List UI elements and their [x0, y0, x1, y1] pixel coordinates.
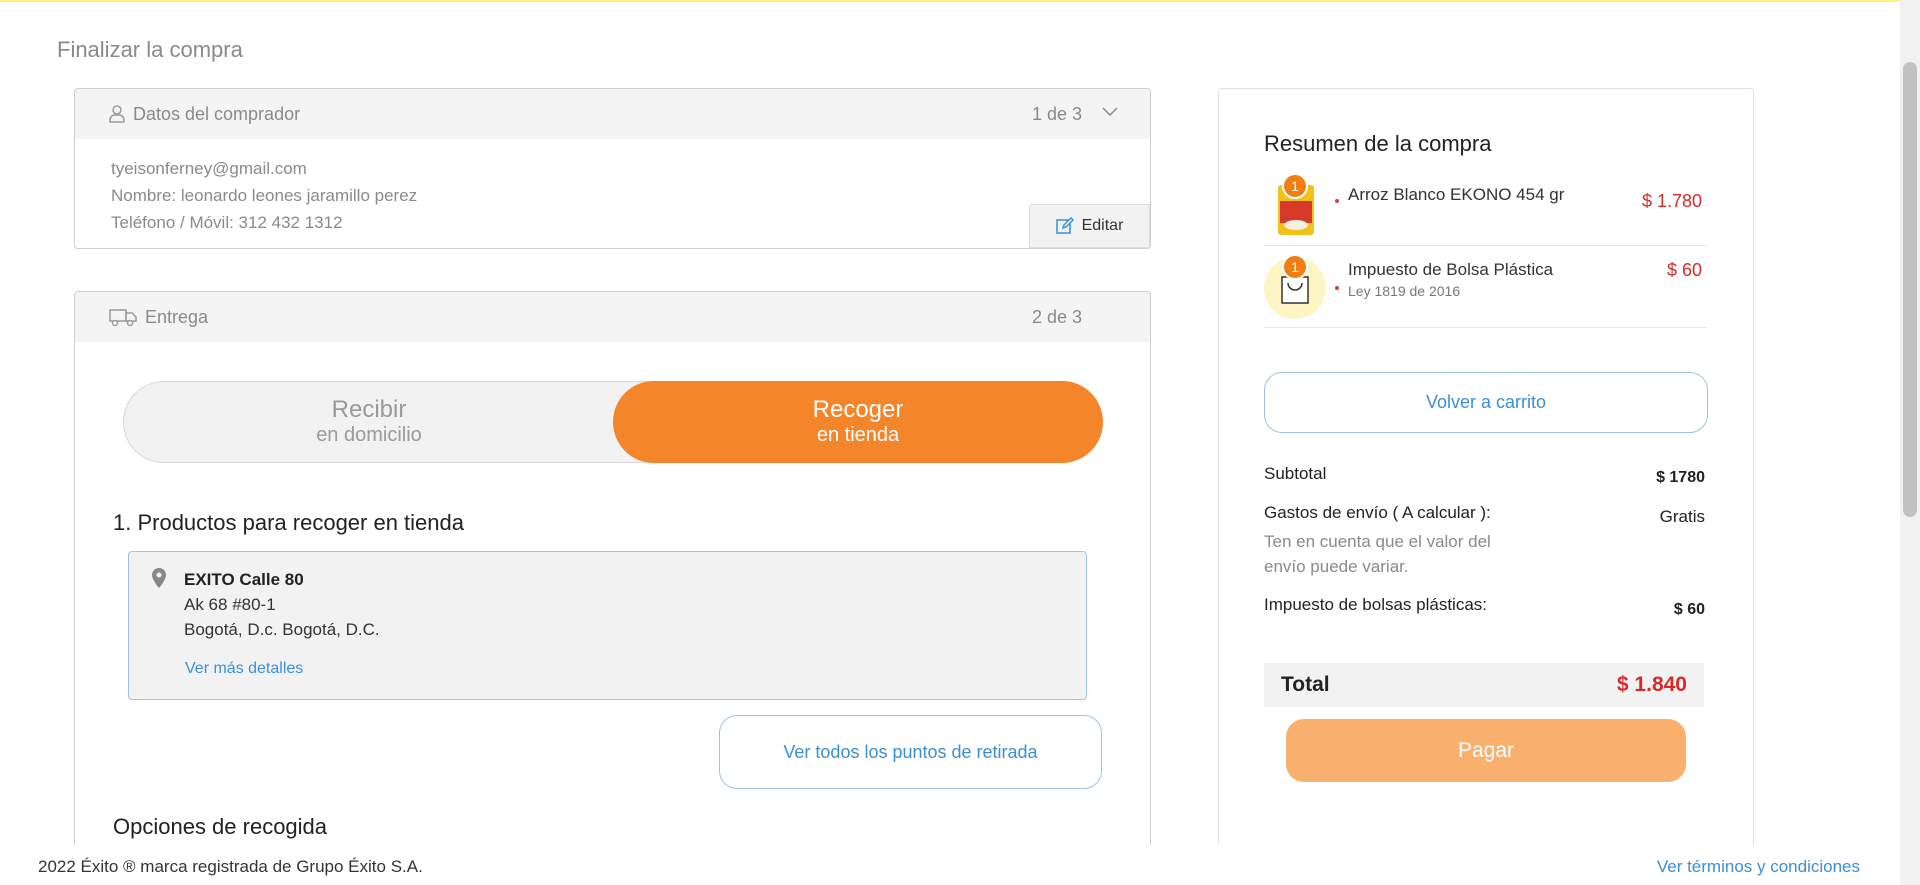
buyer-name: Nombre: leonardo leones jaramillo perez [111, 186, 418, 205]
buyer-info: tyeisonferney@gmail.com Nombre: leonardo… [75, 139, 1150, 248]
bullet-dot [1335, 286, 1339, 290]
shipping-value: Gratis [1659, 507, 1705, 526]
buyer-card-title: Datos del comprador [133, 103, 301, 124]
total-label: Total [1281, 673, 1330, 696]
store-pickup-line2: en tienda [816, 424, 900, 446]
user-icon [109, 105, 125, 123]
summary-item: 1 Arroz Blanco EKONO 454 gr $ 1.780 [1264, 173, 1707, 246]
bag-tax-label: Impuesto de bolsas plásticas: [1264, 595, 1488, 614]
footer-copyright: 2022 Éxito ® marca registrada de Grupo É… [38, 857, 423, 876]
quantity-badge: 1 [1282, 254, 1308, 280]
summary-title: Resumen de la compra [1264, 131, 1492, 156]
store-city: Bogotá, D.c. Bogotá, D.C. [184, 620, 380, 639]
summary-item: 1 Impuesto de Bolsa Plástica Ley 1819 de… [1264, 246, 1707, 328]
back-to-cart-button[interactable]: Volver a carrito [1264, 372, 1708, 433]
store-pickup-option[interactable]: Recoger en tienda [613, 381, 1103, 463]
item-price: $ 1.780 [1641, 191, 1702, 211]
store-card[interactable]: EXITO Calle 80 Ak 68 #80-1 Bogotá, D.c. … [128, 551, 1087, 700]
page-scrollbar[interactable] [1900, 0, 1920, 885]
store-details-link[interactable]: Ver más detalles [185, 660, 303, 678]
pickup-products-heading: 1. Productos para recoger en tienda [113, 510, 465, 535]
buyer-phone: Teléfono / Móvil: 312 432 1312 [111, 213, 343, 232]
item-name: Impuesto de Bolsa Plástica [1348, 260, 1554, 279]
pickup-options-heading: Opciones de recogida [113, 814, 328, 839]
terms-link[interactable]: Ver términos y condiciones [1657, 857, 1860, 877]
total-value: $ 1.840 [1616, 673, 1687, 696]
edit-icon [1055, 217, 1074, 234]
store-name: EXITO Calle 80 [184, 570, 304, 589]
store-address: Ak 68 #80-1 [184, 595, 276, 614]
subtotal-value: $ 1780 [1656, 469, 1705, 486]
shipping-note: Ten en cuenta que el valor del envío pue… [1264, 532, 1491, 576]
delivery-card-header[interactable]: Entrega 2 de 3 [75, 292, 1150, 342]
delivery-card-title: Entrega [145, 306, 209, 327]
edit-label: Editar [1081, 217, 1124, 234]
shipping-label: Gastos de envío ( A calcular ): [1264, 503, 1491, 522]
item-price: $ 60 [1666, 260, 1702, 280]
item-sub: Ley 1819 de 2016 [1348, 283, 1461, 299]
home-delivery-option[interactable]: Recibir en domicilio [124, 382, 614, 462]
buyer-card-header[interactable]: Datos del comprador 1 de 3 [75, 89, 1150, 139]
item-name: Arroz Blanco EKONO 454 gr [1348, 185, 1565, 204]
delivery-card: Entrega 2 de 3 Recibir en domicilio Reco… [74, 291, 1151, 851]
quantity-badge: 1 [1282, 173, 1308, 199]
chevron-down-icon[interactable] [1102, 107, 1118, 117]
edit-buyer-button[interactable]: Editar [1029, 204, 1150, 248]
location-pin-icon [152, 568, 166, 588]
bag-tax-value: $ 60 [1673, 601, 1705, 618]
footer: 2022 Éxito ® marca registrada de Grupo É… [0, 845, 1900, 885]
store-pickup-line1: Recoger [812, 396, 904, 423]
home-delivery-line2: en domicilio [316, 424, 422, 446]
bullet-dot [1335, 199, 1339, 203]
home-delivery-line1: Recibir [331, 396, 407, 423]
page-title: Finalizar la compra [57, 37, 243, 62]
top-accent-line [0, 0, 1920, 2]
truck-icon [109, 309, 137, 327]
buyer-step-indicator: 1 de 3 [1031, 104, 1082, 124]
subtotal-label: Subtotal [1264, 464, 1327, 483]
buyer-email: tyeisonferney@gmail.com [111, 159, 307, 178]
delivery-mode-toggle: Recibir en domicilio Recoger en tienda [123, 381, 1103, 463]
delivery-step-indicator: 2 de 3 [1031, 307, 1082, 327]
scrollbar-thumb[interactable] [1903, 62, 1917, 517]
total-bar: Total $ 1.840 [1264, 663, 1704, 707]
order-summary-card: Resumen de la compra 1 Arroz Blanco EKON… [1218, 88, 1754, 847]
all-pickup-points-button[interactable]: Ver todos los puntos de retirada [719, 715, 1102, 789]
buyer-data-card: Datos del comprador 1 de 3 tyeisonferney… [74, 88, 1151, 249]
pay-button[interactable]: Pagar [1286, 719, 1686, 782]
